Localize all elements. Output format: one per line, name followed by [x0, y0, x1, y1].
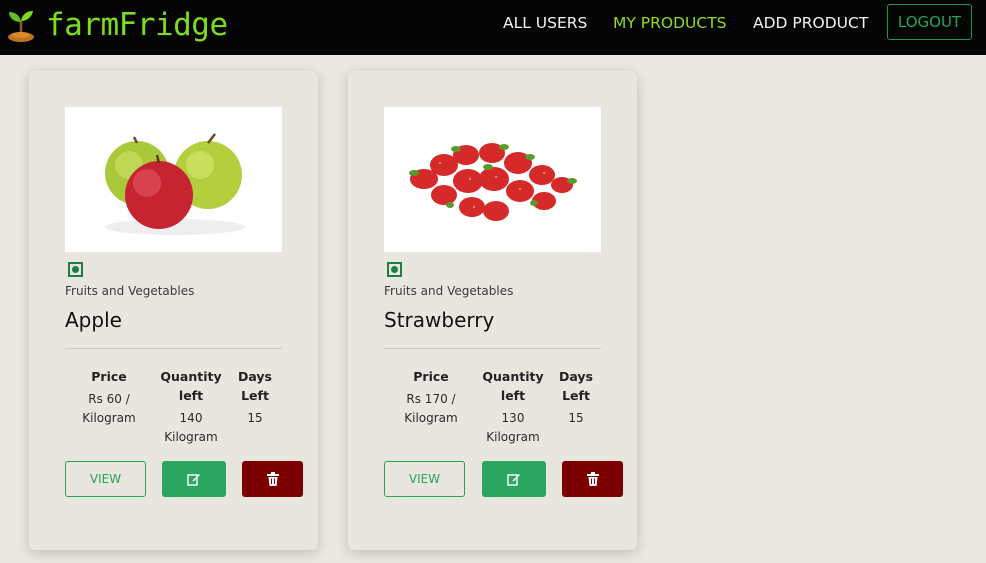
product-name: Apple — [65, 308, 122, 332]
price-stat: Price Rs 60 / Kilogram — [74, 367, 144, 428]
price-label: Price — [413, 369, 449, 384]
apple-image — [65, 107, 282, 252]
quantity-unit: Kilogram — [486, 430, 540, 444]
quantity-unit: Kilogram — [164, 430, 218, 444]
sprout-logo-icon — [8, 11, 34, 42]
view-button[interactable]: VIEW — [384, 461, 465, 497]
strawberry-image — [384, 107, 601, 252]
days-value: 15 — [247, 411, 263, 425]
nav-my-products[interactable]: MY PRODUCTS — [613, 14, 727, 32]
navbar: farmFridge ALL USERS MY PRODUCTS ADD PRO… — [0, 0, 986, 55]
edit-icon — [507, 474, 520, 486]
price-stat: Price Rs 170 / Kilogram — [396, 367, 466, 428]
product-category: Fruits and Vegetables — [65, 284, 195, 298]
brand-name: farmFridge — [46, 7, 228, 43]
trash-icon — [266, 472, 279, 486]
price-unit: Kilogram — [82, 411, 136, 425]
veg-indicator-icon — [68, 262, 83, 277]
edit-button[interactable] — [482, 461, 546, 497]
product-card: Fruits and Vegetables Apple Price Rs 60 … — [29, 71, 318, 550]
price-value: Rs 170 / — [406, 392, 456, 406]
view-button[interactable]: VIEW — [65, 461, 146, 497]
product-name: Strawberry — [384, 308, 495, 332]
divider — [65, 348, 282, 349]
days-value: 15 — [568, 411, 584, 425]
edit-icon — [187, 474, 200, 486]
quantity-value: 140 — [179, 411, 203, 425]
delete-button[interactable] — [562, 461, 623, 497]
days-label-2: Left — [562, 388, 590, 403]
quantity-stat: Quantity left 140 Kilogram — [157, 367, 225, 447]
quantity-value: 130 — [501, 411, 525, 425]
nav-add-product[interactable]: ADD PRODUCT — [753, 14, 868, 32]
quantity-stat: Quantity left 130 Kilogram — [479, 367, 547, 447]
quantity-label-1: Quantity — [160, 369, 222, 384]
veg-indicator-icon — [387, 262, 402, 277]
divider — [384, 348, 601, 349]
days-stat: Days Left 15 — [235, 367, 275, 428]
days-label-1: Days — [558, 369, 593, 384]
days-label-1: Days — [237, 369, 272, 384]
nav-all-users[interactable]: ALL USERS — [503, 14, 587, 32]
quantity-label-2: left — [178, 388, 204, 403]
edit-button[interactable] — [162, 461, 226, 497]
days-stat: Days Left 15 — [556, 367, 596, 428]
quantity-label-1: Quantity — [482, 369, 544, 384]
product-card: Fruits and Vegetables Strawberry Price R… — [348, 71, 637, 550]
logout-button[interactable]: LOGOUT — [887, 4, 972, 40]
product-category: Fruits and Vegetables — [384, 284, 514, 298]
days-label-2: Left — [241, 388, 269, 403]
price-label: Price — [91, 369, 127, 384]
quantity-label-2: left — [500, 388, 526, 403]
price-unit: Kilogram — [404, 411, 458, 425]
price-value: Rs 60 / — [88, 392, 130, 406]
delete-button[interactable] — [242, 461, 303, 497]
trash-icon — [586, 472, 599, 486]
brand[interactable]: farmFridge — [5, 5, 228, 45]
